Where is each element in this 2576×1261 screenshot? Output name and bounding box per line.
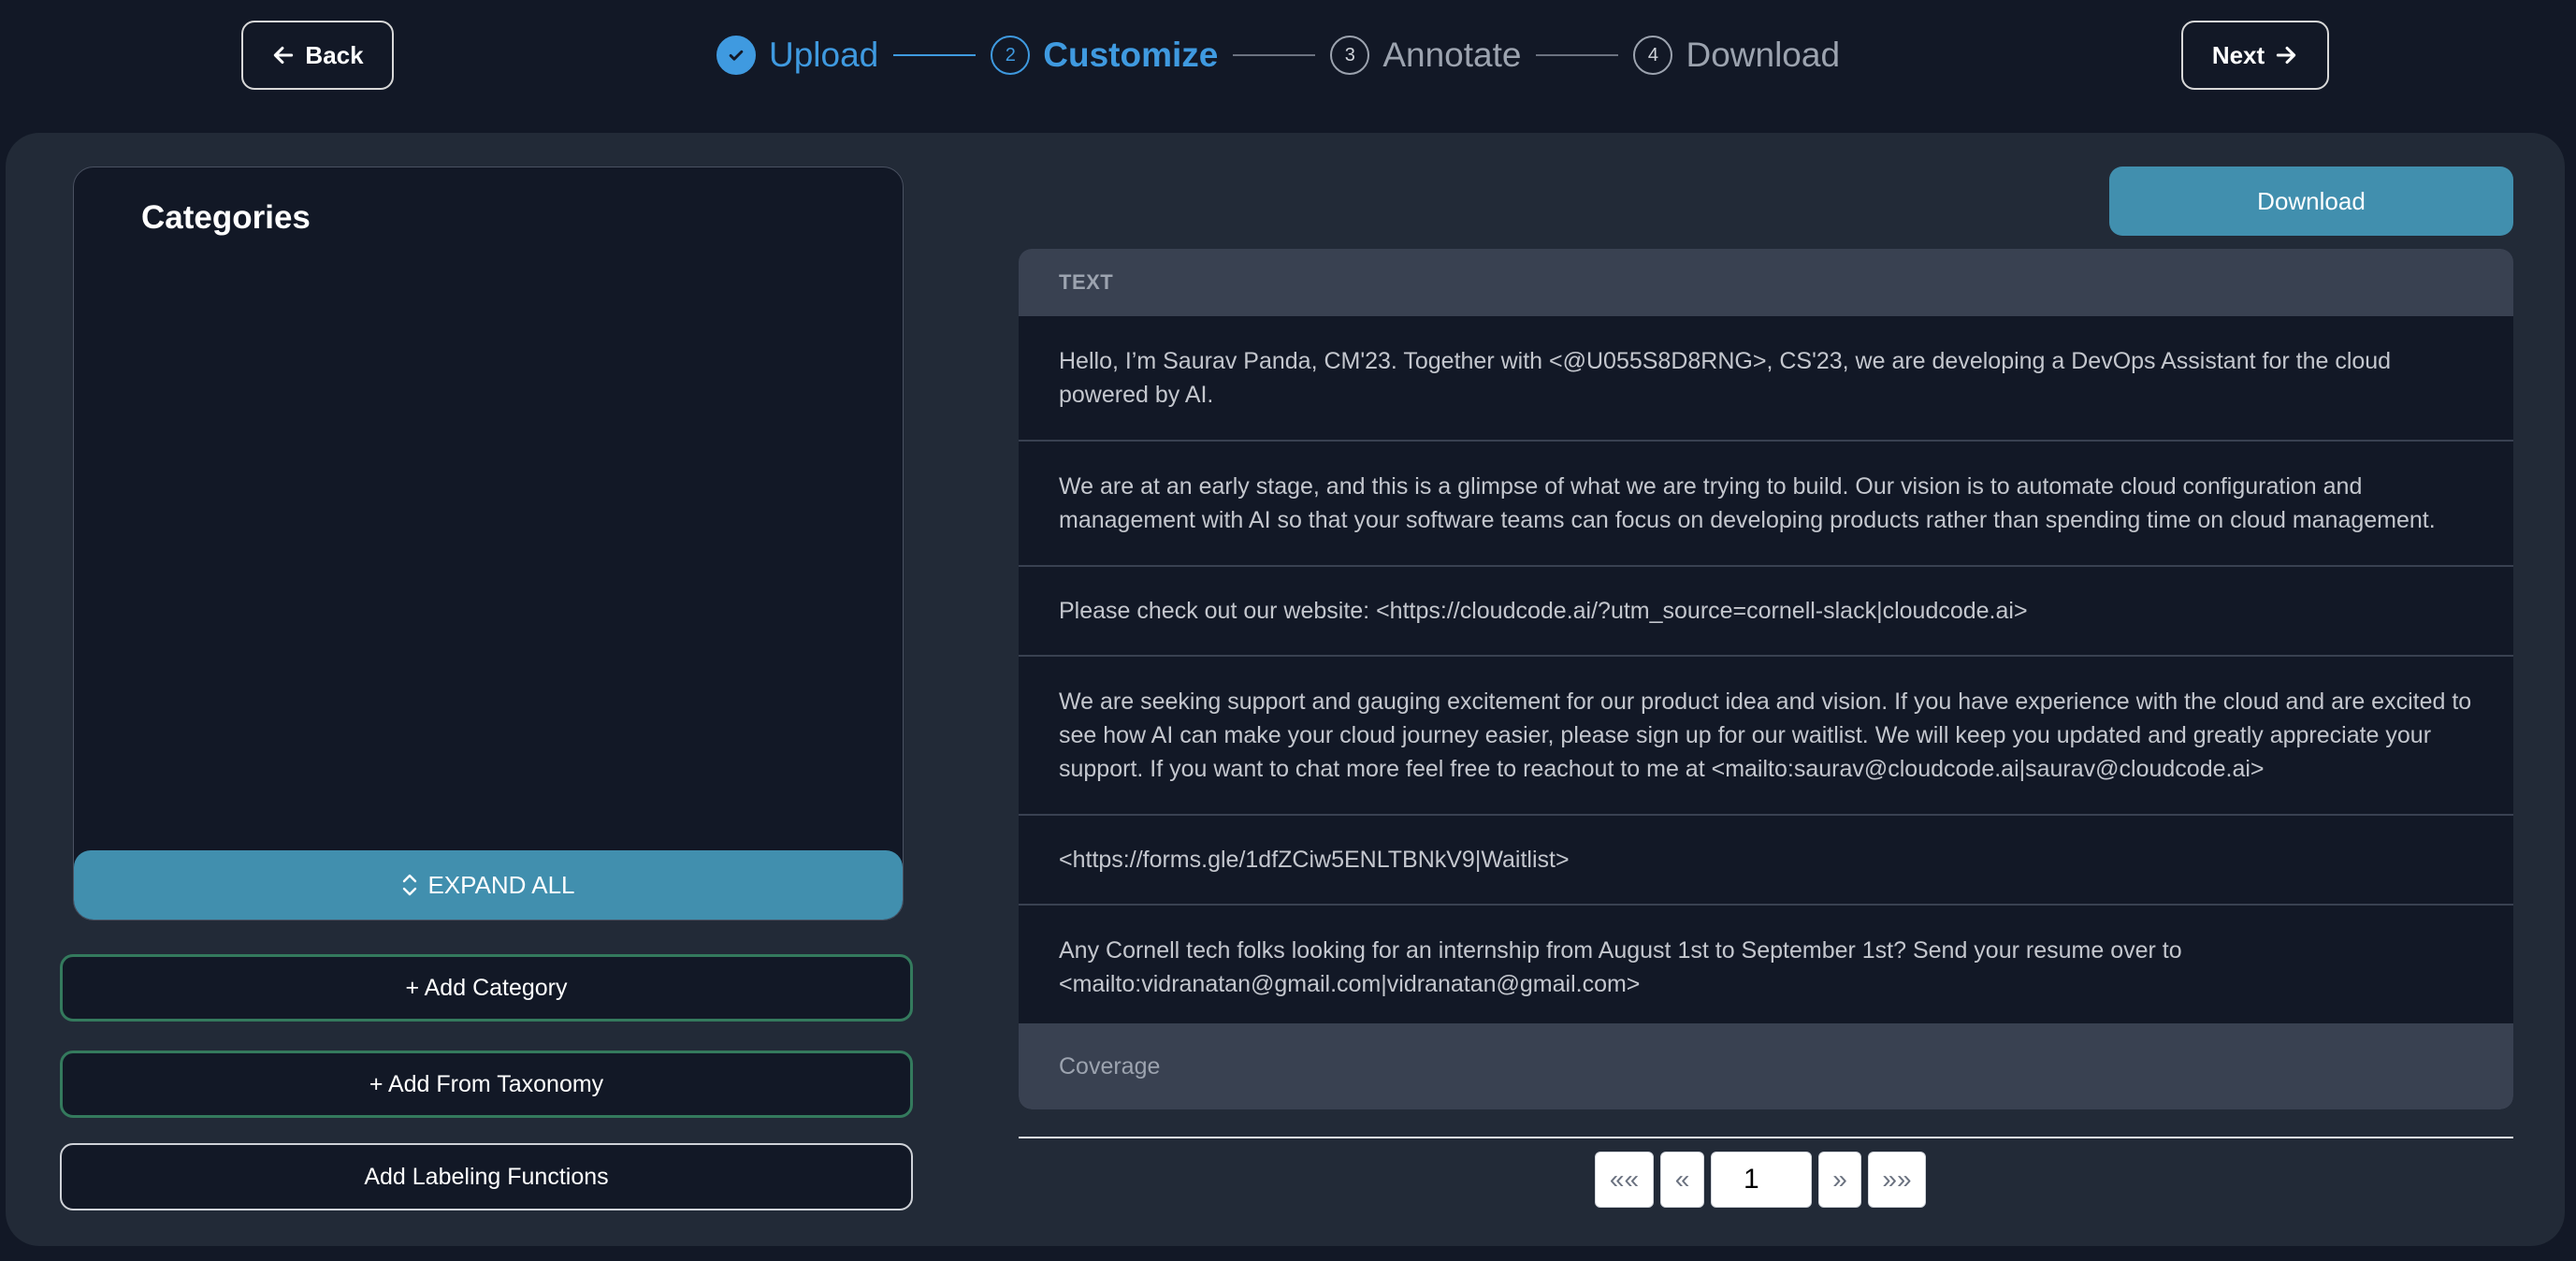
table-row[interactable]: Any Cornell tech folks looking for an in… bbox=[1019, 906, 2513, 1031]
table-row[interactable]: We are at an early stage, and this is a … bbox=[1019, 442, 2513, 567]
expand-all-label: EXPAND ALL bbox=[427, 870, 575, 899]
step-annotate[interactable]: 3 Annotate bbox=[1330, 36, 1521, 75]
last-page-button[interactable]: »» bbox=[1868, 1152, 1926, 1208]
check-icon bbox=[716, 36, 756, 75]
first-page-button[interactable]: «« bbox=[1595, 1152, 1654, 1208]
pagination: «« « » »» bbox=[1595, 1152, 1926, 1208]
page-number-input[interactable] bbox=[1711, 1152, 1812, 1208]
table-row[interactable]: We are seeking support and gauging excit… bbox=[1019, 657, 2513, 816]
step-download[interactable]: 4 Download bbox=[1633, 36, 1840, 75]
column-header-text: TEXT bbox=[1019, 249, 2513, 316]
categories-title: Categories bbox=[141, 199, 311, 236]
previous-page-button[interactable]: « bbox=[1660, 1152, 1704, 1208]
next-page-button[interactable]: » bbox=[1818, 1152, 1861, 1208]
categories-panel: Categories EXPAND ALL bbox=[73, 167, 904, 920]
download-button[interactable]: Download bbox=[2109, 167, 2513, 236]
text-table: TEXT Hello, I’m Saurav Panda, CM'23. Tog… bbox=[1019, 249, 2513, 1109]
top-bar: Back Upload 2 Customize 3 Annotate 4 Dow… bbox=[0, 0, 2576, 131]
add-labeling-functions-button[interactable]: Add Labeling Functions bbox=[60, 1143, 913, 1210]
chevron-up-down-icon bbox=[403, 874, 417, 896]
step-upload[interactable]: Upload bbox=[716, 36, 878, 75]
step-customize[interactable]: 2 Customize bbox=[991, 36, 1218, 75]
step-label: Customize bbox=[1043, 36, 1219, 74]
coverage-footer: Coverage bbox=[1019, 1023, 2513, 1109]
step-number: 2 bbox=[991, 36, 1031, 75]
arrow-left-icon bbox=[274, 46, 294, 65]
table-row[interactable]: Hello, I’m Saurav Panda, CM'23. Together… bbox=[1019, 316, 2513, 442]
step-label: Download bbox=[1686, 36, 1841, 74]
progress-stepper: Upload 2 Customize 3 Annotate 4 Download bbox=[716, 28, 1840, 82]
step-label: Upload bbox=[769, 36, 879, 74]
back-button[interactable]: Back bbox=[241, 21, 394, 90]
add-from-taxonomy-button[interactable]: + Add From Taxonomy bbox=[60, 1051, 913, 1118]
expand-all-button[interactable]: EXPAND ALL bbox=[74, 850, 903, 920]
add-category-button[interactable]: + Add Category bbox=[60, 954, 913, 1022]
step-label: Annotate bbox=[1382, 36, 1522, 74]
arrow-right-icon bbox=[2276, 46, 2296, 65]
back-label: Back bbox=[305, 40, 364, 69]
main-panel: Categories EXPAND ALL + Add Category + A… bbox=[6, 133, 2565, 1246]
next-label: Next bbox=[2211, 40, 2265, 69]
next-button[interactable]: Next bbox=[2181, 21, 2329, 90]
step-number: 3 bbox=[1330, 36, 1370, 75]
table-row[interactable]: <https://forms.gle/1dfZCiw5ENLTBNkV9|Wai… bbox=[1019, 816, 2513, 906]
step-connector bbox=[893, 54, 977, 56]
table-row[interactable]: Please check out our website: <https://c… bbox=[1019, 567, 2513, 657]
divider bbox=[1019, 1137, 2513, 1138]
step-connector bbox=[1233, 54, 1316, 56]
step-number: 4 bbox=[1633, 36, 1673, 75]
step-connector bbox=[1536, 54, 1619, 56]
